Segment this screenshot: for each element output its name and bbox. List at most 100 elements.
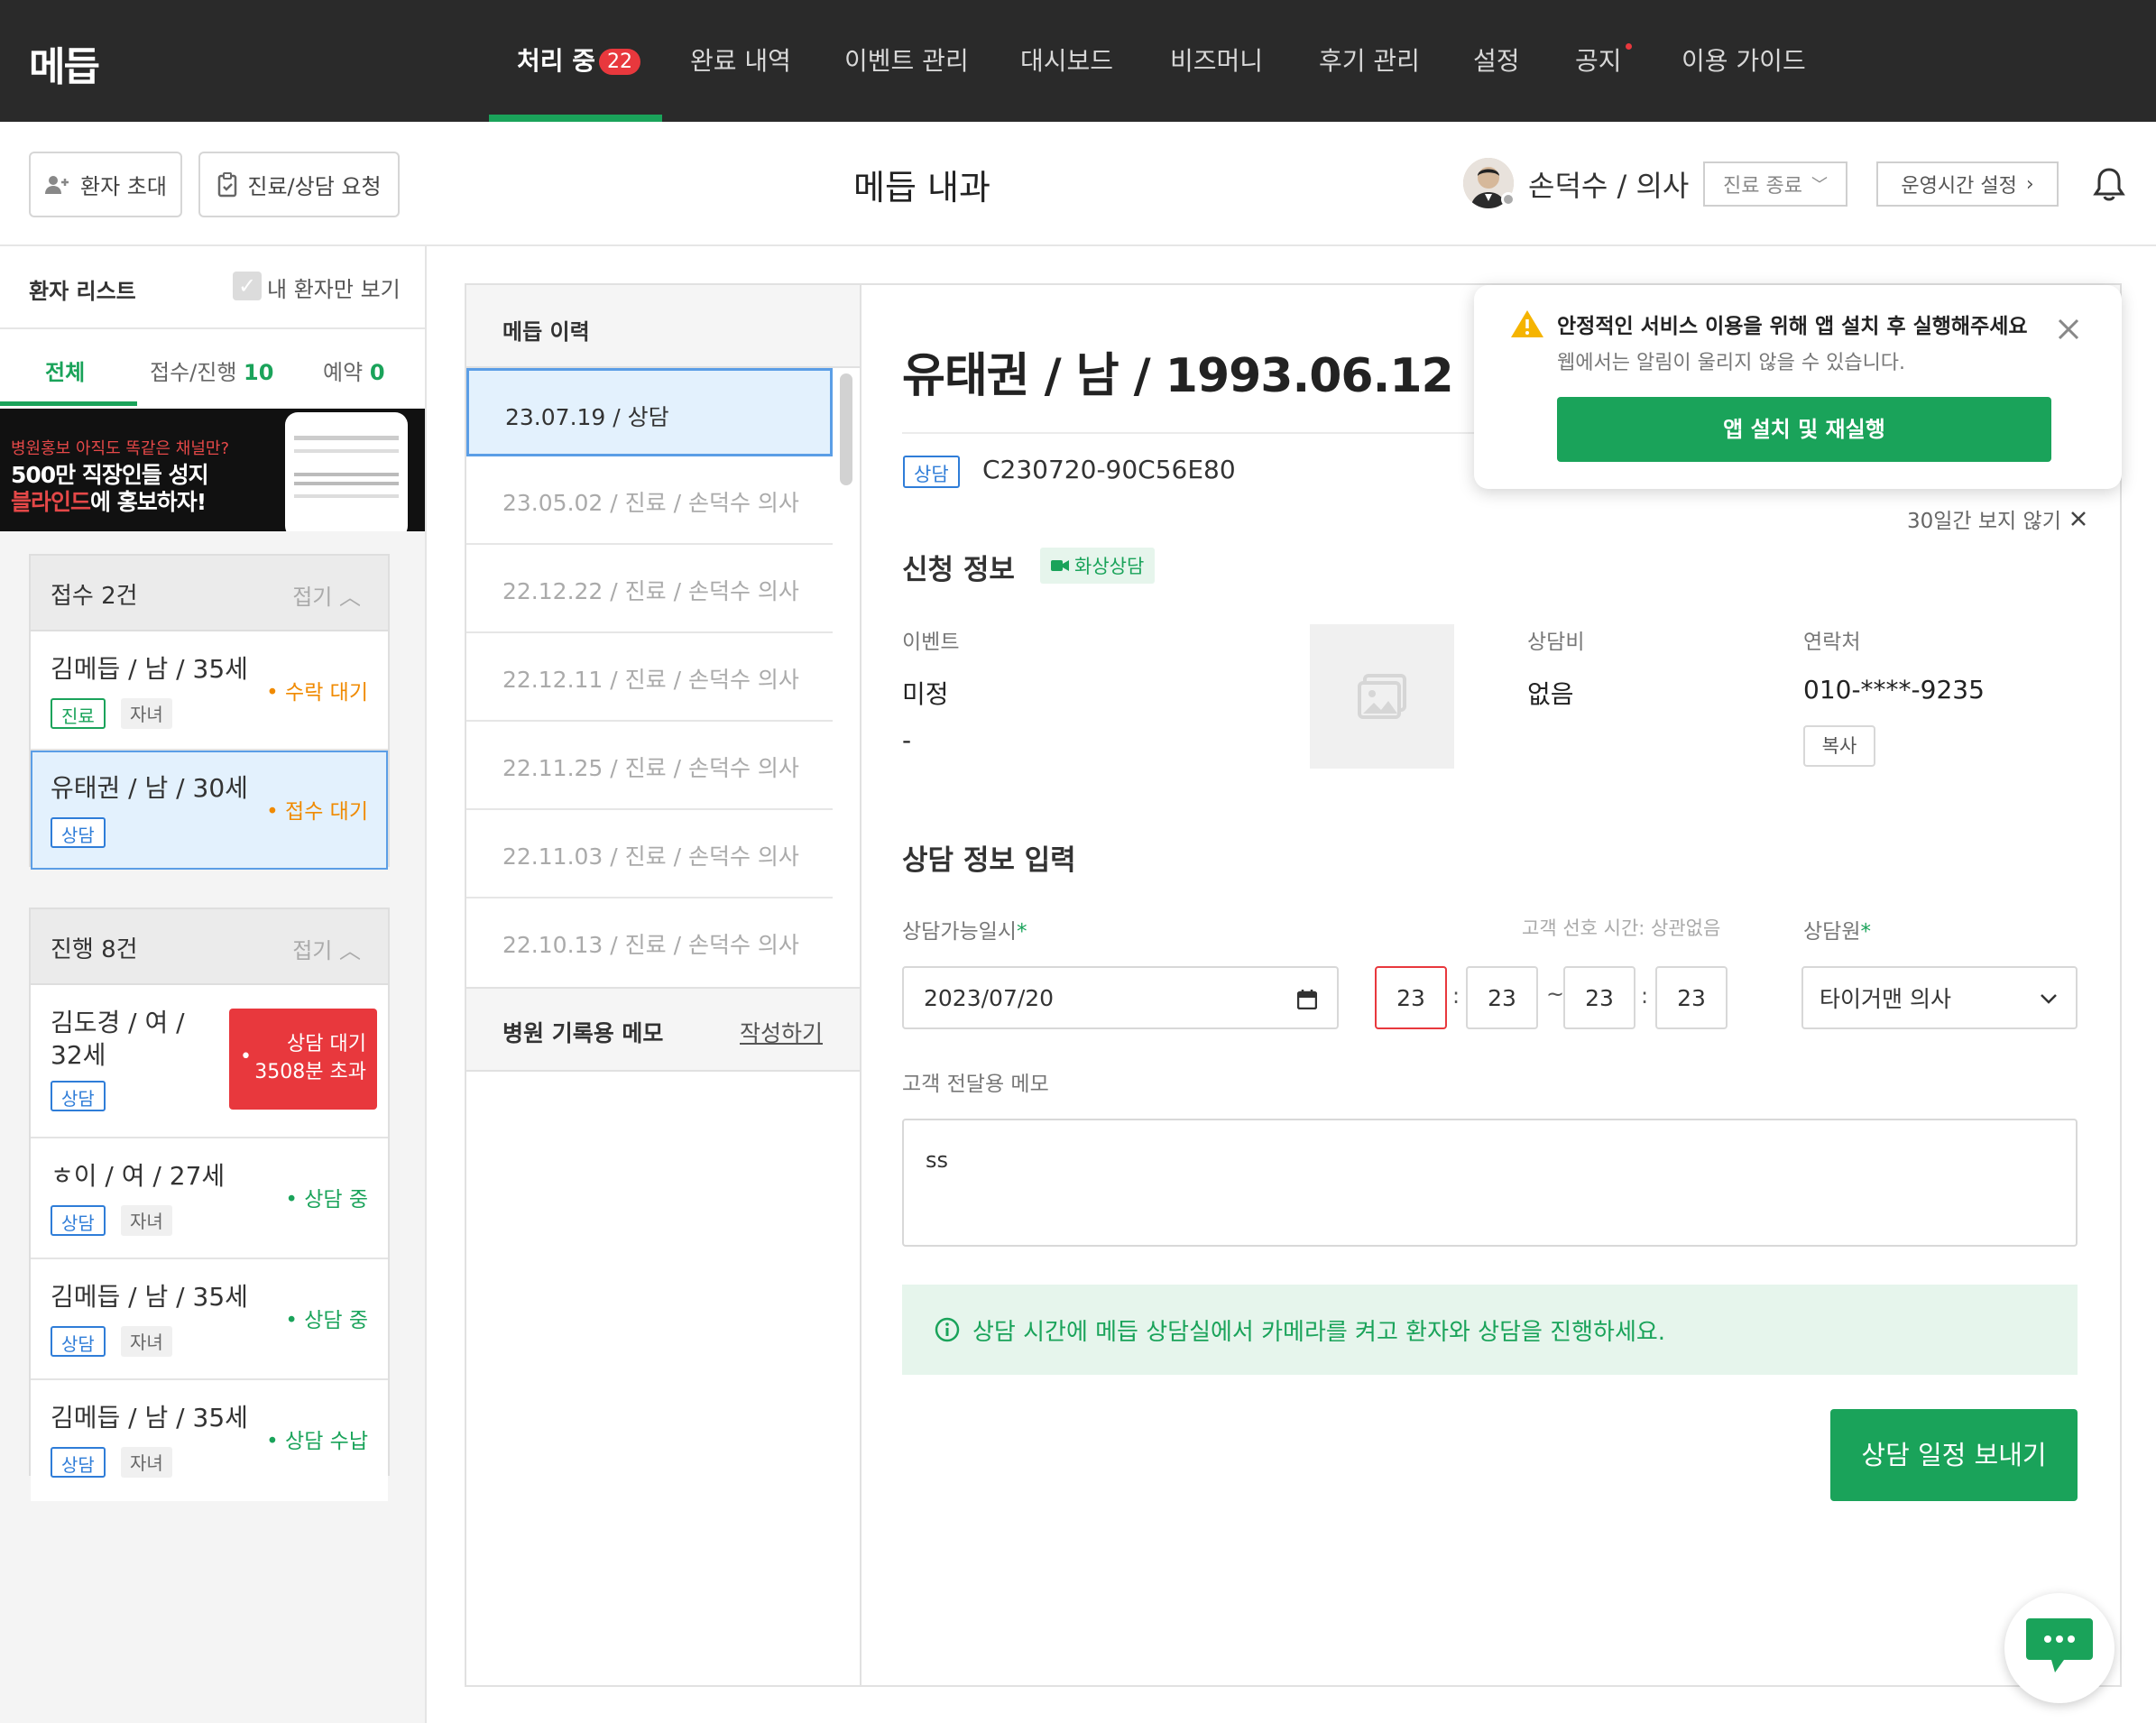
tab-progress[interactable]: 접수/진행 10 — [150, 355, 273, 386]
reception-fold-button[interactable]: 접기 ︿ — [292, 579, 361, 611]
hospital-name: 메듭 내과 — [853, 168, 990, 207]
popup-subtitle: 웹에서는 알림이 울리지 않을 수 있습니다. — [1557, 352, 1906, 374]
mine-only-label[interactable]: 내 환자만 보기 — [267, 272, 401, 303]
counselor-label: 상담원* — [1803, 920, 1871, 944]
nav-tab-processing[interactable]: 처리 중 22 — [517, 41, 641, 122]
nav-tab-guide[interactable]: 이용 가이드 — [1681, 41, 1806, 122]
nav-tab-events[interactable]: 이벤트 관리 — [844, 41, 969, 122]
history-item[interactable]: 22.10.13 / 진료 / 손덕수 의사 — [466, 898, 833, 985]
chevron-up-icon: ︿ — [339, 585, 361, 610]
end-minute-input[interactable]: 23 — [1655, 966, 1728, 1029]
status-label: 상담 수납 — [285, 1430, 368, 1453]
app-logo[interactable]: 메듭 — [29, 34, 100, 92]
progress-fold-button[interactable]: 접기 ︿ — [292, 933, 361, 964]
contact-label: 연락처 — [1803, 631, 1861, 654]
history-item[interactable]: 22.11.25 / 진료 / 손덕수 의사 — [466, 722, 833, 810]
status-text: • 상담 중 — [285, 1188, 368, 1212]
banner-line3: 블라인드에 홍보하자! — [11, 484, 207, 517]
event-sub-value: - — [902, 725, 912, 755]
patient-name: 김도경 / 여 / — [51, 1008, 185, 1037]
nav-tab-completed[interactable]: 완료 내역 — [690, 41, 791, 122]
patient-card[interactable]: ㅎ이 / 여 / 27세 상담 자녀 • 상담 중 — [31, 1138, 388, 1259]
operating-hours-button[interactable]: 운영시간 설정 › — [1876, 161, 2059, 207]
nav-tab-dashboard[interactable]: 대시보드 — [1020, 41, 1113, 122]
nav-tab-reviews[interactable]: 후기 관리 — [1319, 41, 1420, 122]
invite-patient-button[interactable]: 환자 초대 — [29, 152, 182, 217]
child-tag: 자녀 — [121, 1326, 172, 1357]
close-icon — [2070, 511, 2086, 526]
history-item[interactable]: 22.11.03 / 진료 / 손덕수 의사 — [466, 810, 833, 898]
processing-count-badge: 22 — [599, 49, 641, 75]
chat-support-button[interactable] — [2004, 1593, 2115, 1703]
start-minute-input[interactable]: 23 — [1466, 966, 1538, 1029]
image-icon — [1358, 674, 1406, 719]
history-item[interactable]: 23.05.02 / 진료 / 손덕수 의사 — [466, 456, 833, 545]
nav-tab-notice[interactable]: 공지 — [1575, 41, 1622, 122]
history-scrollbar[interactable] — [840, 373, 852, 485]
end-consult-dropdown[interactable]: 진료 종료 ﹀ — [1703, 161, 1847, 207]
video-consult-tag: 화상상담 — [1040, 548, 1156, 584]
write-memo-link[interactable]: 작성하기 — [740, 1016, 823, 1048]
mine-only-checkbox[interactable]: ✓ — [233, 272, 262, 300]
request-consult-label: 진료/상담 요청 — [247, 174, 382, 199]
nav-tab-settings[interactable]: 설정 — [1473, 41, 1520, 122]
counselor-select[interactable]: 타이거맨 의사 — [1801, 966, 2078, 1029]
time-range-tilde: ~ — [1546, 981, 1565, 1007]
reception-group-title: 접수 2건 — [51, 583, 138, 610]
tab-progress-label: 접수/진행 — [150, 360, 237, 385]
invite-patient-label: 환자 초대 — [80, 174, 167, 199]
nav-tab-bizmoney[interactable]: 비즈머니 — [1170, 41, 1263, 122]
type-tag: 상담 — [51, 1081, 106, 1111]
progress-group: 진행 8건 접기 ︿ 김도경 / 여 / 32세 상담 • 상담 대기 3508… — [29, 908, 390, 1501]
install-app-button[interactable]: 앱 설치 및 재실행 — [1557, 397, 2051, 462]
tab-reservation[interactable]: 예약 0 — [323, 355, 385, 386]
dismiss-30days[interactable]: 30일간 보지 않기 — [1907, 503, 2087, 534]
send-schedule-button[interactable]: 상담 일정 보내기 — [1830, 1409, 2078, 1501]
request-consult-button[interactable]: 진료/상담 요청 — [198, 152, 400, 217]
time-colon: : — [1641, 983, 1649, 1009]
sidebar-header: 환자 리스트 ✓ 내 환자만 보기 — [0, 246, 425, 329]
calendar-icon[interactable] — [1297, 990, 1317, 1009]
history-item-selected[interactable]: 23.07.19 / 상담 — [466, 368, 833, 456]
close-icon[interactable] — [2057, 318, 2080, 341]
bell-icon[interactable] — [2093, 167, 2125, 203]
status-label: 상담 중 — [304, 1188, 368, 1212]
start-hour-input[interactable]: 23 — [1375, 966, 1447, 1029]
request-code: C230720-90C56E80 — [982, 455, 1236, 484]
status-dot — [1501, 192, 1516, 207]
banner-line3-highlight: 블라인드 — [11, 489, 91, 515]
type-tag: 상담 — [51, 1326, 106, 1357]
status-label: 수락 대기 — [285, 681, 368, 705]
progress-group-header: 진행 8건 접기 ︿ — [31, 909, 388, 985]
chevron-down-icon: ﹀ — [1810, 176, 1828, 195]
date-input[interactable]: 2023/07/20 — [902, 966, 1339, 1029]
promo-banner[interactable]: 병원홍보 아직도 똑같은 채널만? 500만 직장인들 성지 블라인드에 홍보하… — [0, 409, 425, 531]
type-tag: 상담 — [51, 1205, 106, 1236]
patient-card-selected[interactable]: 유태권 / 남 / 30세 상담 • 접수 대기 — [31, 751, 388, 870]
copy-button[interactable]: 복사 — [1803, 725, 1875, 767]
end-consult-label: 진료 종료 — [1723, 175, 1802, 198]
tab-progress-count: 10 — [244, 360, 274, 385]
tab-reservation-label: 예약 — [323, 360, 364, 385]
patient-age: 32세 — [51, 1040, 106, 1070]
patient-card[interactable]: 김도경 / 여 / 32세 상담 • 상담 대기 3508분 초과 — [31, 985, 388, 1138]
patient-card[interactable]: 김메듭 / 남 / 35세 상담 자녀 • 상담 수납 — [31, 1380, 388, 1501]
tab-all[interactable]: 전체 — [45, 355, 85, 386]
end-hour-input[interactable]: 23 — [1563, 966, 1635, 1029]
customer-memo-textarea[interactable]: ss — [902, 1119, 2078, 1247]
history-item[interactable]: 22.12.22 / 진료 / 손덕수 의사 — [466, 545, 833, 633]
patient-card[interactable]: 김메듭 / 남 / 35세 상담 자녀 • 상담 중 — [31, 1259, 388, 1380]
patient-card[interactable]: 김메듭 / 남 / 35세 진료 자녀 • 수락 대기 — [31, 631, 388, 751]
clipboard-icon — [218, 171, 237, 197]
event-label: 이벤트 — [902, 631, 960, 654]
patient-name: 유태권 / 남 / 30세 — [51, 773, 248, 803]
history-item[interactable]: 22.12.11 / 진료 / 손덕수 의사 — [466, 633, 833, 722]
fold-label: 접기 — [292, 585, 333, 610]
reception-group: 접수 2건 접기 ︿ 김메듭 / 남 / 35세 진료 자녀 • 수락 대기 유… — [29, 554, 390, 870]
hospital-memo-bar: 병원 기록용 메모 작성하기 — [466, 987, 860, 1072]
contact-value: 010-****-9235 — [1803, 675, 1985, 705]
chat-bubble-icon — [2026, 1618, 2093, 1672]
status-text: • 접수 대기 — [266, 800, 368, 824]
datetime-label-text: 상담가능일시 — [902, 920, 1017, 944]
overdue-status-badge: • 상담 대기 3508분 초과 — [229, 1009, 377, 1110]
